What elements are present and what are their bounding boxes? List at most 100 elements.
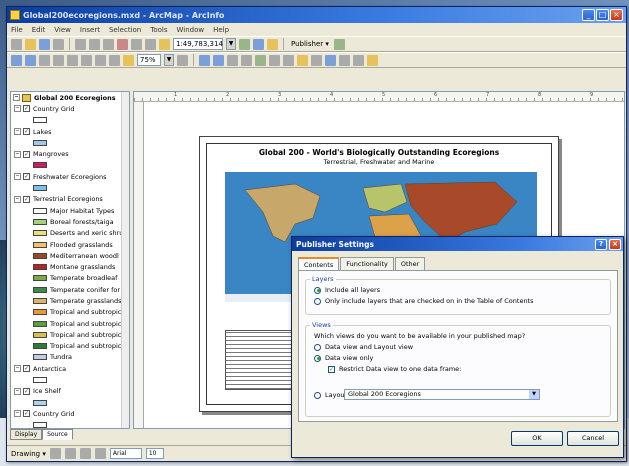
drawing-menu-button[interactable]: Drawing ▾ bbox=[11, 450, 46, 458]
editor-toolbar-icon[interactable] bbox=[239, 38, 250, 50]
radio-only-checked-layers[interactable] bbox=[314, 297, 321, 305]
collapse-icon[interactable]: − bbox=[14, 150, 21, 158]
layer-visibility-checkbox[interactable]: ✓ bbox=[23, 410, 30, 418]
tab-contents[interactable]: Contents bbox=[298, 257, 340, 271]
collapse-icon[interactable]: − bbox=[14, 410, 21, 418]
full-extent-icon[interactable] bbox=[199, 54, 210, 66]
whats-this-icon[interactable] bbox=[267, 38, 278, 50]
map-scale-input[interactable]: 1:49,783,314 bbox=[173, 38, 223, 50]
select-arrow-icon[interactable] bbox=[49, 448, 61, 459]
add-data-icon[interactable] bbox=[159, 38, 170, 50]
layer-visibility-checkbox[interactable]: ✓ bbox=[23, 128, 30, 136]
map-title[interactable]: Global 200 - World's Biologically Outsta… bbox=[207, 148, 551, 157]
hand-icon[interactable] bbox=[297, 54, 308, 66]
window-titlebar[interactable]: Global200ecoregions.mxd - ArcMap - ArcIn… bbox=[7, 7, 626, 23]
font-size-input[interactable]: 10 bbox=[145, 448, 164, 459]
help-button[interactable]: ? bbox=[595, 238, 607, 250]
collapse-icon[interactable]: − bbox=[13, 94, 20, 102]
ok-button[interactable]: OK bbox=[511, 431, 563, 446]
layer-visibility-checkbox[interactable]: ✓ bbox=[23, 387, 30, 395]
font-name-input[interactable]: Arial bbox=[109, 448, 142, 459]
rotate-icon[interactable] bbox=[64, 448, 76, 459]
radio-layout-view-only[interactable] bbox=[314, 391, 321, 399]
open-folder-icon[interactable] bbox=[25, 38, 36, 50]
toc-layer[interactable]: − ✓ Terrestrial Ecoregions bbox=[11, 194, 129, 205]
text-tool-icon[interactable] bbox=[94, 448, 106, 459]
include-all-layers-option[interactable]: Include all layers bbox=[314, 286, 610, 294]
restrict-data-frame-checkbox[interactable]: ✓ bbox=[328, 365, 335, 373]
data-frame-select[interactable]: Global 200 Ecoregions ▼ bbox=[344, 389, 540, 400]
collapse-icon[interactable]: − bbox=[14, 105, 21, 113]
toc-layer[interactable]: − ✓ Country Grid bbox=[11, 103, 129, 114]
toc-layer[interactable]: − ✓ Mangroves bbox=[11, 148, 129, 159]
menu-edit[interactable]: Edit bbox=[32, 26, 46, 34]
cut-icon[interactable] bbox=[75, 38, 86, 50]
toc-layer[interactable]: − ✓ Antarctica bbox=[11, 363, 129, 374]
toc-layer[interactable]: − ✓ Lakes bbox=[11, 126, 129, 137]
menu-file[interactable]: File bbox=[11, 26, 23, 34]
print-icon[interactable] bbox=[53, 38, 64, 50]
zoom-100-icon[interactable] bbox=[67, 54, 78, 66]
radio-include-all-layers[interactable] bbox=[314, 286, 321, 294]
redo-icon[interactable] bbox=[145, 38, 156, 50]
dialog-close-button[interactable]: × bbox=[609, 238, 621, 250]
layer-visibility-checkbox[interactable]: ✓ bbox=[23, 150, 30, 158]
chevron-down-icon[interactable]: ▼ bbox=[164, 54, 174, 66]
minimize-button[interactable]: _ bbox=[582, 9, 595, 21]
tab-functionality[interactable]: Functionality bbox=[340, 257, 394, 271]
data-view-only-option[interactable]: Data view only bbox=[314, 354, 610, 362]
collapse-icon[interactable]: − bbox=[14, 365, 21, 373]
menu-view[interactable]: View bbox=[54, 26, 71, 34]
zoom-percent-input[interactable]: 75% bbox=[137, 54, 161, 66]
collapse-icon[interactable]: − bbox=[14, 173, 21, 181]
fixed-zoom-in-icon[interactable] bbox=[81, 54, 92, 66]
zoom-in-icon[interactable] bbox=[11, 54, 22, 66]
close-button[interactable]: × bbox=[610, 9, 623, 21]
cancel-button[interactable]: Cancel bbox=[567, 431, 619, 446]
undo-icon[interactable] bbox=[131, 38, 142, 50]
next-extent-icon[interactable] bbox=[123, 54, 134, 66]
toggle-draft-mode-icon[interactable] bbox=[177, 54, 188, 66]
layer-visibility-checkbox[interactable]: ✓ bbox=[23, 365, 30, 373]
toc-layer[interactable]: − ✓ Country Grid bbox=[11, 408, 129, 419]
menu-help[interactable]: Help bbox=[213, 26, 229, 34]
menu-insert[interactable]: Insert bbox=[80, 26, 100, 34]
fixed-zoom-out-icon[interactable] bbox=[95, 54, 106, 66]
globe-icon[interactable] bbox=[255, 54, 266, 66]
radio-data-view-only[interactable] bbox=[314, 354, 321, 362]
chevron-down-icon[interactable]: ▼ bbox=[226, 38, 236, 50]
new-document-icon[interactable] bbox=[11, 38, 22, 50]
menu-tools[interactable]: Tools bbox=[150, 26, 167, 34]
toc-scrollbar[interactable] bbox=[121, 92, 129, 428]
layer-visibility-checkbox[interactable]: ✓ bbox=[23, 105, 30, 113]
measure-icon[interactable] bbox=[353, 54, 364, 66]
collapse-icon[interactable]: − bbox=[14, 128, 21, 136]
back-extent-icon[interactable] bbox=[227, 54, 238, 66]
delete-icon[interactable] bbox=[117, 38, 128, 50]
identify-icon[interactable] bbox=[325, 54, 336, 66]
menu-selection[interactable]: Selection bbox=[109, 26, 141, 34]
data-and-layout-view-option[interactable]: Data view and Layout view bbox=[314, 343, 610, 351]
tab-source[interactable]: Source bbox=[42, 429, 73, 440]
map-subtitle[interactable]: Terrestrial, Freshwater and Marine bbox=[207, 158, 551, 166]
pan-icon[interactable] bbox=[39, 54, 50, 66]
find-icon[interactable] bbox=[339, 54, 350, 66]
layer-visibility-checkbox[interactable]: ✓ bbox=[23, 195, 30, 203]
fixed-zoom-icon[interactable] bbox=[213, 54, 224, 66]
save-icon[interactable] bbox=[39, 38, 50, 50]
tab-other[interactable]: Other bbox=[394, 257, 426, 271]
menu-window[interactable]: Window bbox=[177, 26, 205, 34]
table-of-contents[interactable]: − Global 200 Ecoregions − ✓ Country Grid − ✓ La… bbox=[10, 91, 130, 429]
back-arrow-icon[interactable] bbox=[269, 54, 280, 66]
forward-arrow-icon[interactable] bbox=[283, 54, 294, 66]
toc-root-data-frame[interactable]: − Global 200 Ecoregions bbox=[11, 92, 129, 103]
chevron-down-icon[interactable]: ▼ bbox=[529, 390, 539, 399]
dialog-titlebar[interactable]: Publisher Settings ? × bbox=[292, 237, 623, 251]
hyperlink-icon[interactable] bbox=[367, 54, 378, 66]
toc-layer[interactable]: − ✓ Freshwater Ecoregions bbox=[11, 171, 129, 182]
restrict-data-frame-option[interactable]: ✓ Restrict Data view to one data frame: bbox=[328, 365, 610, 373]
maximize-button[interactable]: □ bbox=[596, 9, 609, 21]
previous-extent-icon[interactable] bbox=[109, 54, 120, 66]
zoom-whole-page-icon[interactable] bbox=[53, 54, 64, 66]
forward-extent-icon[interactable] bbox=[241, 54, 252, 66]
